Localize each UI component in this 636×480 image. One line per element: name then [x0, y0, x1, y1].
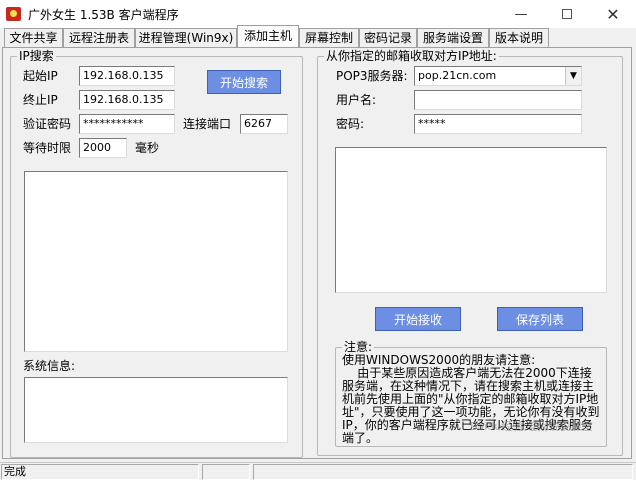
- ip-search-title: IP搜索: [17, 49, 56, 63]
- pop3-label: POP3服务器:: [336, 69, 408, 83]
- password-field[interactable]: ***********: [79, 114, 175, 134]
- notes-title: 注意:: [342, 340, 375, 354]
- chevron-down-icon[interactable]: ▼: [565, 67, 581, 85]
- timeout-field[interactable]: 2000: [79, 138, 127, 158]
- status-text: 完成: [1, 464, 199, 480]
- tab-panel-add-host: IP搜索 起始IP 192.168.0.135 终止IP 192.168.0.1…: [2, 47, 632, 459]
- watermark: Baidu经验 老尚说说课堂: [470, 420, 593, 433]
- tab-file-share[interactable]: 文件共享: [4, 28, 63, 47]
- start-search-button[interactable]: 开始搜索: [207, 70, 281, 94]
- timeout-unit: 毫秒: [135, 141, 160, 155]
- mail-fetch-group: 从你指定的邮箱收取对方IP地址: POP3服务器: pop.21cn.com ▼…: [317, 49, 623, 456]
- mail-password-field[interactable]: *****: [414, 114, 582, 134]
- tab-version-info[interactable]: 版本说明: [489, 28, 549, 47]
- password-label: 验证密码: [23, 117, 72, 131]
- username-label: 用户名:: [336, 93, 377, 107]
- tab-screen-control[interactable]: 屏幕控制: [299, 28, 359, 47]
- port-label: 连接端口: [183, 117, 232, 131]
- end-ip-input[interactable]: 192.168.0.135: [79, 90, 175, 110]
- username-input[interactable]: [414, 90, 582, 110]
- status-pane-3: [253, 464, 633, 480]
- mail-password-label: 密码:: [336, 117, 365, 131]
- start-ip-label: 起始IP: [23, 69, 58, 83]
- tab-password-log[interactable]: 密码记录: [359, 28, 417, 47]
- mail-fetch-title: 从你指定的邮箱收取对方IP地址:: [324, 49, 499, 63]
- tab-server-settings[interactable]: 服务端设置: [417, 28, 489, 47]
- end-ip-label: 终止IP: [23, 93, 58, 107]
- window-title: 广外女生 1.53B 客户端程序: [28, 8, 179, 22]
- tab-remote-registry[interactable]: 远程注册表: [63, 28, 135, 47]
- title-bar[interactable]: 广外女生 1.53B 客户端程序 — ✕: [0, 0, 636, 28]
- minimize-icon[interactable]: —: [498, 0, 544, 28]
- tab-strip: 文件共享 远程注册表 进程管理(Win9x) 添加主机 屏幕控制 密码记录 服务…: [2, 25, 632, 47]
- timeout-label: 等待时限: [23, 141, 72, 155]
- host-list[interactable]: [24, 171, 288, 352]
- ip-search-group: IP搜索 起始IP 192.168.0.135 终止IP 192.168.0.1…: [10, 49, 303, 458]
- app-icon: [6, 7, 21, 21]
- window-body: 文件共享 远程注册表 进程管理(Win9x) 添加主机 屏幕控制 密码记录 服务…: [0, 25, 636, 462]
- start-ip-input[interactable]: 192.168.0.135: [79, 66, 175, 86]
- system-info-box[interactable]: [24, 377, 288, 443]
- save-list-button[interactable]: 保存列表: [497, 307, 583, 331]
- port-field[interactable]: 6267: [240, 114, 288, 134]
- system-info-label: 系统信息:: [23, 359, 76, 373]
- tab-add-host[interactable]: 添加主机: [237, 25, 299, 47]
- tab-process-manager[interactable]: 进程管理(Win9x): [135, 28, 237, 47]
- pop3-select[interactable]: pop.21cn.com ▼: [414, 66, 582, 86]
- status-bar: 完成: [0, 462, 636, 480]
- status-pane-2: [202, 464, 250, 480]
- start-receive-button[interactable]: 开始接收: [375, 307, 461, 331]
- close-icon[interactable]: ✕: [590, 0, 636, 28]
- pop3-value: pop.21cn.com: [418, 69, 497, 82]
- received-ip-list[interactable]: [335, 147, 607, 293]
- maximize-icon[interactable]: [544, 0, 590, 28]
